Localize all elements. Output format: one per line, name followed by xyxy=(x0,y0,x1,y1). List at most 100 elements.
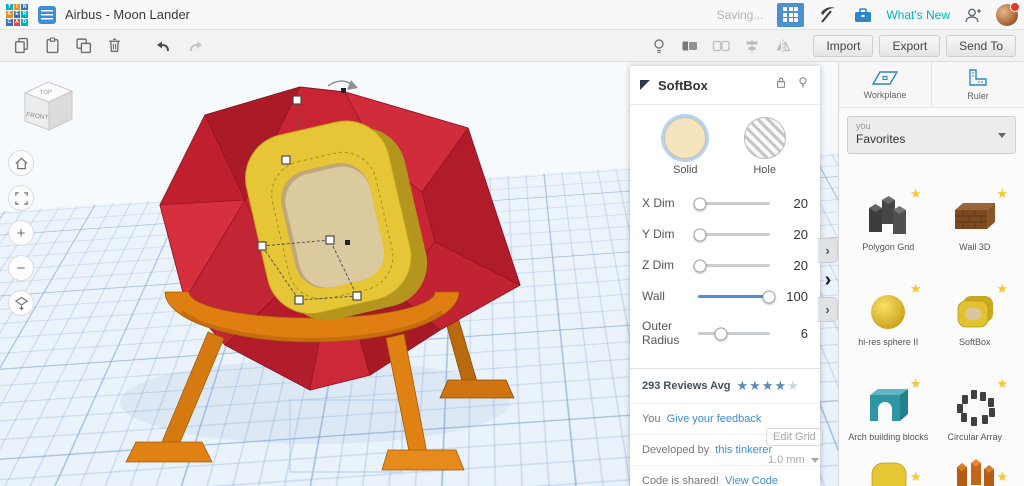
import-button[interactable]: Import xyxy=(813,34,874,57)
favorite-star-icon[interactable]: ★ xyxy=(910,376,922,392)
slider-z-dim: Z Dim 20 xyxy=(642,257,808,273)
shape-inspector: SoftBox Solid Hole X Dim 20 Y Dim 20 Z D… xyxy=(630,66,820,486)
document-properties-icon[interactable] xyxy=(38,5,56,24)
delete-button[interactable] xyxy=(101,33,127,59)
yellow-box-icon xyxy=(862,457,914,486)
collapse-chevron[interactable]: › xyxy=(818,266,838,294)
mirror-button[interactable] xyxy=(770,33,796,59)
slider-track[interactable] xyxy=(693,228,770,241)
favorite-star-icon[interactable]: ★ xyxy=(996,469,1008,485)
softbox-icon xyxy=(949,289,1001,340)
blocks-view-button[interactable] xyxy=(777,2,805,27)
snap-grid-dropdown[interactable]: 1.0 mm xyxy=(766,454,838,466)
chevron-down-icon xyxy=(998,133,1006,138)
undo-button[interactable] xyxy=(151,33,177,59)
user-avatar[interactable] xyxy=(996,1,1020,26)
inspector-title: SoftBox xyxy=(658,77,708,93)
zoom-in-button[interactable]: + xyxy=(8,220,34,246)
polygon-grid-icon xyxy=(862,194,914,245)
whats-new-link[interactable]: What's New xyxy=(886,8,950,22)
slider-handle[interactable] xyxy=(693,228,707,241)
orange-array-icon xyxy=(949,457,1001,486)
rating-stars[interactable]: ★★★★★ xyxy=(736,378,799,394)
collapse-chevron[interactable]: › xyxy=(818,297,838,322)
toolbox-icon[interactable] xyxy=(850,2,876,28)
slider-track[interactable] xyxy=(693,259,770,272)
slider-handle[interactable] xyxy=(762,290,776,303)
slider-track[interactable] xyxy=(693,197,770,210)
view-cube[interactable]: TOP FRONT xyxy=(16,76,80,139)
shape-item-partial-left[interactable]: ★ xyxy=(845,449,932,486)
shape-item-softbox[interactable]: ★ SoftBox xyxy=(932,259,1019,354)
chevron-down-icon xyxy=(810,457,819,463)
hide-lightbulb-icon[interactable] xyxy=(796,75,810,95)
grid-controls: Edit Grid 1.0 mm xyxy=(766,428,838,466)
shape-item-wall-3d[interactable]: ★ Wall 3D xyxy=(932,164,1019,259)
sphere-icon xyxy=(862,289,914,340)
slider-wall: Wall 100 xyxy=(642,288,808,304)
slider-track[interactable] xyxy=(698,290,776,303)
grid-icon xyxy=(783,7,799,22)
slider-handle[interactable] xyxy=(693,259,707,272)
home-view-button[interactable] xyxy=(8,150,34,176)
this-tinkerer-link[interactable]: this tinkerer xyxy=(715,444,772,456)
solid-option[interactable]: Solid xyxy=(653,117,717,176)
saving-status: Saving... xyxy=(716,7,764,22)
copy-button[interactable] xyxy=(8,33,34,59)
shape-item-hi-res-sphere[interactable]: ★ hi-res sphere II xyxy=(845,259,932,354)
favorite-star-icon[interactable]: ★ xyxy=(910,281,922,297)
give-feedback-link[interactable]: Give your feedback xyxy=(667,413,762,425)
slider-track[interactable] xyxy=(698,327,770,341)
hole-swatch xyxy=(743,117,786,159)
shape-item-polygon-grid[interactable]: ★ Polygon Grid xyxy=(845,164,932,259)
workplane-icon xyxy=(872,71,898,85)
solid-swatch xyxy=(664,117,707,159)
favorite-star-icon[interactable]: ★ xyxy=(910,186,922,202)
favorite-star-icon[interactable]: ★ xyxy=(996,281,1008,297)
header: TIN KER CAD Airbus - Moon Lander Saving.… xyxy=(0,0,1024,30)
tinkercad-app: TIN KER CAD Airbus - Moon Lander Saving.… xyxy=(0,0,1024,486)
view-cube-top-label: TOP xyxy=(40,90,53,97)
edit-grid-button[interactable]: Edit Grid xyxy=(766,428,823,446)
drop-to-workplane-button[interactable] xyxy=(8,290,34,316)
slider-outer-radius: Outer Radius 6 xyxy=(642,319,808,347)
collapse-chevron[interactable]: › xyxy=(818,238,838,263)
view-code-link[interactable]: View Code xyxy=(725,475,778,486)
ruler-tool[interactable]: Ruler xyxy=(931,62,1024,107)
shape-category-dropdown[interactable]: you Favorites xyxy=(847,116,1016,154)
ungroup-button[interactable] xyxy=(708,33,734,59)
invite-person-icon[interactable] xyxy=(960,2,986,28)
favorite-star-icon[interactable]: ★ xyxy=(910,469,922,485)
zoom-out-button[interactable]: − xyxy=(8,255,34,281)
reviews-section: 293 Reviews Avg ★★★★★ You Give your feed… xyxy=(630,367,820,486)
group-button[interactable] xyxy=(677,33,703,59)
fit-view-button[interactable] xyxy=(8,185,34,211)
hole-option[interactable]: Hole xyxy=(733,117,797,176)
paste-button[interactable] xyxy=(39,33,65,59)
shape-item-partial-right[interactable]: ★ xyxy=(932,449,1019,486)
minecraft-pickaxe-icon[interactable] xyxy=(814,2,840,28)
favorite-star-icon[interactable]: ★ xyxy=(996,376,1008,392)
lock-icon[interactable] xyxy=(774,75,788,95)
shape-item-circular-array[interactable]: ★ Circular Array xyxy=(932,354,1019,449)
align-button[interactable] xyxy=(739,33,765,59)
code-shared-row: Code is shared! View Code xyxy=(630,464,820,486)
circular-array-icon xyxy=(949,384,1001,435)
duplicate-button[interactable] xyxy=(70,33,96,59)
favorite-star-icon[interactable]: ★ xyxy=(996,186,1008,202)
toolbar: Import Export Send To xyxy=(0,30,1024,62)
redo-button[interactable] xyxy=(182,33,208,59)
shape-generator-lightbulb-icon[interactable] xyxy=(646,33,672,59)
collapse-panel-icon[interactable] xyxy=(640,80,650,90)
export-button[interactable]: Export xyxy=(879,34,941,57)
document-title[interactable]: Airbus - Moon Lander xyxy=(65,7,190,22)
workplane-tool[interactable]: Workplane xyxy=(839,62,931,107)
tinkercad-logo[interactable]: TIN KER CAD xyxy=(6,3,28,26)
moon-lander-model[interactable] xyxy=(90,70,560,486)
shape-item-arch-building-blocks[interactable]: ★ Arch building blocks xyxy=(845,354,932,449)
slider-x-dim: X Dim 20 xyxy=(642,195,808,211)
main-area: TOP FRONT + − Edit Grid 1.0 mm SoftBox S… xyxy=(0,62,1024,486)
slider-handle[interactable] xyxy=(714,327,728,341)
send-to-button[interactable]: Send To xyxy=(946,34,1016,57)
slider-handle[interactable] xyxy=(693,197,707,210)
